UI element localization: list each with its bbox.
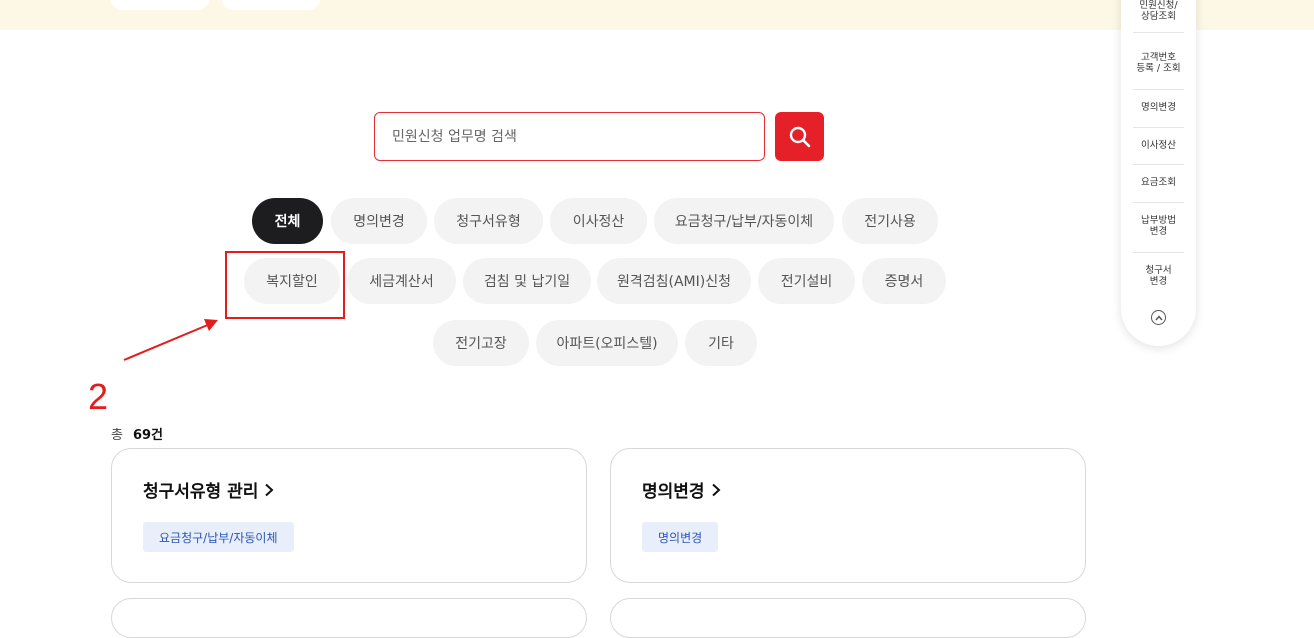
category-chip-billing-payment[interactable]: 요금청구/납부/자동이체	[654, 198, 834, 244]
results-total-label: 총	[111, 428, 123, 443]
top-pill-1[interactable]	[111, 0, 209, 10]
chevron-up-icon	[1154, 314, 1163, 320]
quick-menu-item-complaint-status[interactable]: 민원신청/ 상담조회	[1133, 0, 1184, 22]
search-button[interactable]	[775, 112, 824, 161]
category-chip-tax-invoice[interactable]: 세금계산서	[347, 258, 456, 304]
category-chip-ami[interactable]: 원격검침(AMI)신청	[597, 258, 751, 304]
search-icon	[789, 126, 810, 147]
card-title[interactable]: 청구서유형 관리	[143, 477, 274, 502]
quick-menu: 민원신청/ 상담조회 고객번호 등록 / 조회 명의변경 이사정산 요금조회 납…	[1121, 0, 1196, 346]
quick-menu-item-bill-change[interactable]: 청구서 변경	[1133, 265, 1184, 287]
annotation-highlight-box	[225, 251, 345, 319]
annotation-arrow-icon	[123, 319, 218, 361]
quick-menu-divider	[1133, 89, 1184, 90]
category-chip-all[interactable]: 전체	[252, 198, 323, 244]
category-chip-outage[interactable]: 전기고장	[433, 320, 529, 366]
card-title-text: 명의변경	[642, 482, 705, 502]
quick-menu-item-customer-number[interactable]: 고객번호 등록 / 조회	[1133, 52, 1184, 74]
search-input[interactable]	[374, 112, 765, 161]
card-title-text: 청구서유형 관리	[143, 482, 259, 502]
service-card-name-change[interactable]: 명의변경 명의변경	[610, 448, 1086, 583]
category-chip-bill-type[interactable]: 청구서유형	[434, 198, 543, 244]
card-tag: 요금청구/납부/자동이체	[143, 522, 294, 552]
quick-menu-item-move-settlement[interactable]: 이사정산	[1133, 140, 1184, 151]
results-total: 총 69건	[111, 424, 163, 443]
quick-menu-divider	[1133, 202, 1184, 203]
card-title[interactable]: 명의변경	[642, 477, 721, 502]
service-card-partial[interactable]	[610, 598, 1086, 638]
category-chip-equipment[interactable]: 전기설비	[758, 258, 855, 304]
category-chip-meter-due-date[interactable]: 검침 및 납기일	[463, 258, 591, 304]
category-chip-apartment[interactable]: 아파트(오피스텔)	[536, 320, 678, 366]
quick-menu-item-payment-method[interactable]: 납부방법 변경	[1133, 215, 1184, 237]
chevron-right-icon	[711, 483, 721, 496]
quick-menu-item-name-change[interactable]: 명의변경	[1133, 102, 1184, 113]
results-total-count: 69건	[132, 428, 164, 443]
quick-menu-divider	[1133, 252, 1184, 253]
scroll-top-button[interactable]	[1151, 310, 1166, 325]
category-chip-electricity-use[interactable]: 전기사용	[842, 198, 938, 244]
service-card-bill-type[interactable]: 청구서유형 관리 요금청구/납부/자동이체	[111, 448, 587, 583]
quick-menu-divider	[1133, 32, 1184, 33]
chevron-right-icon	[265, 483, 274, 496]
top-pill-2[interactable]	[222, 0, 320, 10]
quick-menu-divider	[1133, 127, 1184, 128]
category-chip-etc[interactable]: 기타	[685, 320, 757, 366]
card-tag: 명의변경	[642, 522, 719, 552]
quick-menu-divider	[1133, 164, 1184, 165]
category-chip-name-change[interactable]: 명의변경	[331, 198, 427, 244]
service-card-partial[interactable]	[111, 598, 587, 638]
top-banner	[0, 0, 1314, 30]
quick-menu-item-bill-inquiry[interactable]: 요금조회	[1133, 177, 1184, 188]
annotation-number: 2	[88, 376, 109, 417]
category-chip-move-settlement[interactable]: 이사정산	[550, 198, 647, 244]
category-chip-certificate[interactable]: 증명서	[862, 258, 946, 304]
